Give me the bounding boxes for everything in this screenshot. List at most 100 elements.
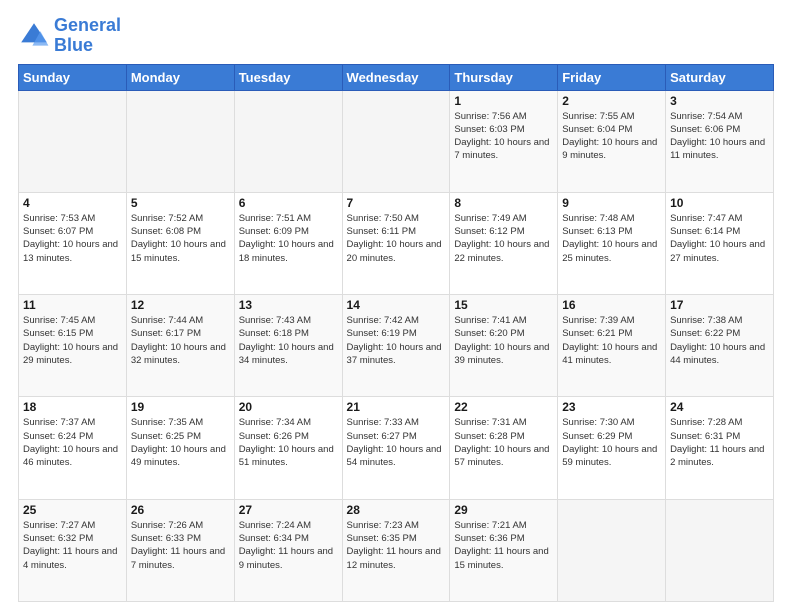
- day-number: 16: [562, 298, 661, 312]
- calendar-cell: 6 Sunrise: 7:51 AM Sunset: 6:09 PM Daylig…: [234, 192, 342, 294]
- day-info: Sunrise: 7:56 AM Sunset: 6:03 PM Dayligh…: [454, 110, 553, 163]
- logo-icon: [18, 20, 50, 52]
- weekday-header-friday: Friday: [558, 64, 666, 90]
- day-info: Sunrise: 7:45 AM Sunset: 6:15 PM Dayligh…: [23, 314, 122, 367]
- day-info: Sunrise: 7:49 AM Sunset: 6:12 PM Dayligh…: [454, 212, 553, 265]
- calendar-cell: 20 Sunrise: 7:34 AM Sunset: 6:26 PM Dayli…: [234, 397, 342, 499]
- calendar-week-4: 18 Sunrise: 7:37 AM Sunset: 6:24 PM Dayli…: [19, 397, 774, 499]
- day-number: 9: [562, 196, 661, 210]
- day-number: 5: [131, 196, 230, 210]
- day-number: 20: [239, 400, 338, 414]
- day-number: 2: [562, 94, 661, 108]
- day-info: Sunrise: 7:54 AM Sunset: 6:06 PM Dayligh…: [670, 110, 769, 163]
- calendar-cell: [19, 90, 127, 192]
- calendar-week-3: 11 Sunrise: 7:45 AM Sunset: 6:15 PM Dayli…: [19, 295, 774, 397]
- calendar-cell: 12 Sunrise: 7:44 AM Sunset: 6:17 PM Dayli…: [126, 295, 234, 397]
- calendar-cell: 27 Sunrise: 7:24 AM Sunset: 6:34 PM Dayli…: [234, 499, 342, 601]
- day-number: 15: [454, 298, 553, 312]
- calendar-cell: [234, 90, 342, 192]
- day-number: 23: [562, 400, 661, 414]
- day-number: 22: [454, 400, 553, 414]
- day-number: 6: [239, 196, 338, 210]
- calendar-cell: 5 Sunrise: 7:52 AM Sunset: 6:08 PM Daylig…: [126, 192, 234, 294]
- day-number: 1: [454, 94, 553, 108]
- day-info: Sunrise: 7:38 AM Sunset: 6:22 PM Dayligh…: [670, 314, 769, 367]
- day-number: 8: [454, 196, 553, 210]
- day-info: Sunrise: 7:41 AM Sunset: 6:20 PM Dayligh…: [454, 314, 553, 367]
- weekday-header-monday: Monday: [126, 64, 234, 90]
- calendar-cell: 15 Sunrise: 7:41 AM Sunset: 6:20 PM Dayli…: [450, 295, 558, 397]
- day-number: 10: [670, 196, 769, 210]
- day-info: Sunrise: 7:50 AM Sunset: 6:11 PM Dayligh…: [347, 212, 446, 265]
- calendar-week-1: 1 Sunrise: 7:56 AM Sunset: 6:03 PM Daylig…: [19, 90, 774, 192]
- calendar-cell: 18 Sunrise: 7:37 AM Sunset: 6:24 PM Dayli…: [19, 397, 127, 499]
- day-info: Sunrise: 7:48 AM Sunset: 6:13 PM Dayligh…: [562, 212, 661, 265]
- calendar-cell: 9 Sunrise: 7:48 AM Sunset: 6:13 PM Daylig…: [558, 192, 666, 294]
- day-number: 13: [239, 298, 338, 312]
- day-info: Sunrise: 7:44 AM Sunset: 6:17 PM Dayligh…: [131, 314, 230, 367]
- day-number: 18: [23, 400, 122, 414]
- day-number: 11: [23, 298, 122, 312]
- day-info: Sunrise: 7:23 AM Sunset: 6:35 PM Dayligh…: [347, 519, 446, 572]
- day-info: Sunrise: 7:47 AM Sunset: 6:14 PM Dayligh…: [670, 212, 769, 265]
- day-number: 17: [670, 298, 769, 312]
- day-info: Sunrise: 7:31 AM Sunset: 6:28 PM Dayligh…: [454, 416, 553, 469]
- calendar-body: 1 Sunrise: 7:56 AM Sunset: 6:03 PM Daylig…: [19, 90, 774, 601]
- day-number: 25: [23, 503, 122, 517]
- day-number: 21: [347, 400, 446, 414]
- weekday-header-saturday: Saturday: [666, 64, 774, 90]
- day-info: Sunrise: 7:51 AM Sunset: 6:09 PM Dayligh…: [239, 212, 338, 265]
- calendar-cell: 29 Sunrise: 7:21 AM Sunset: 6:36 PM Dayli…: [450, 499, 558, 601]
- day-info: Sunrise: 7:39 AM Sunset: 6:21 PM Dayligh…: [562, 314, 661, 367]
- calendar-cell: 24Sunrise: 7:28 AM Sunset: 6:31 PM Dayli…: [666, 397, 774, 499]
- day-info: Sunrise: 7:55 AM Sunset: 6:04 PM Dayligh…: [562, 110, 661, 163]
- calendar-cell: 1 Sunrise: 7:56 AM Sunset: 6:03 PM Daylig…: [450, 90, 558, 192]
- day-number: 14: [347, 298, 446, 312]
- calendar-cell: 25Sunrise: 7:27 AM Sunset: 6:32 PM Dayli…: [19, 499, 127, 601]
- day-info: Sunrise: 7:37 AM Sunset: 6:24 PM Dayligh…: [23, 416, 122, 469]
- calendar-cell: 28 Sunrise: 7:23 AM Sunset: 6:35 PM Dayli…: [342, 499, 450, 601]
- day-info: Sunrise: 7:26 AM Sunset: 6:33 PM Dayligh…: [131, 519, 230, 572]
- day-info: Sunrise: 7:52 AM Sunset: 6:08 PM Dayligh…: [131, 212, 230, 265]
- day-info: Sunrise: 7:34 AM Sunset: 6:26 PM Dayligh…: [239, 416, 338, 469]
- calendar-cell: 4 Sunrise: 7:53 AM Sunset: 6:07 PM Daylig…: [19, 192, 127, 294]
- calendar-cell: 21 Sunrise: 7:33 AM Sunset: 6:27 PM Dayli…: [342, 397, 450, 499]
- page: General Blue SundayMondayTuesdayWednesda…: [0, 0, 792, 612]
- day-number: 29: [454, 503, 553, 517]
- day-info: Sunrise: 7:21 AM Sunset: 6:36 PM Dayligh…: [454, 519, 553, 572]
- calendar-cell: 26Sunrise: 7:26 AM Sunset: 6:33 PM Dayli…: [126, 499, 234, 601]
- calendar-week-2: 4 Sunrise: 7:53 AM Sunset: 6:07 PM Daylig…: [19, 192, 774, 294]
- day-info: Sunrise: 7:53 AM Sunset: 6:07 PM Dayligh…: [23, 212, 122, 265]
- header: General Blue: [18, 16, 774, 56]
- weekday-header-row: SundayMondayTuesdayWednesdayThursdayFrid…: [19, 64, 774, 90]
- calendar-cell: 7 Sunrise: 7:50 AM Sunset: 6:11 PM Daylig…: [342, 192, 450, 294]
- day-info: Sunrise: 7:24 AM Sunset: 6:34 PM Dayligh…: [239, 519, 338, 572]
- day-number: 3: [670, 94, 769, 108]
- logo-text: General Blue: [54, 16, 121, 56]
- calendar-cell: 2 Sunrise: 7:55 AM Sunset: 6:04 PM Daylig…: [558, 90, 666, 192]
- day-number: 28: [347, 503, 446, 517]
- calendar-cell: [666, 499, 774, 601]
- day-number: 4: [23, 196, 122, 210]
- calendar-table: SundayMondayTuesdayWednesdayThursdayFrid…: [18, 64, 774, 602]
- day-number: 27: [239, 503, 338, 517]
- day-info: Sunrise: 7:33 AM Sunset: 6:27 PM Dayligh…: [347, 416, 446, 469]
- calendar-week-5: 25Sunrise: 7:27 AM Sunset: 6:32 PM Dayli…: [19, 499, 774, 601]
- calendar-cell: [558, 499, 666, 601]
- weekday-header-tuesday: Tuesday: [234, 64, 342, 90]
- day-info: Sunrise: 7:42 AM Sunset: 6:19 PM Dayligh…: [347, 314, 446, 367]
- calendar-cell: 8 Sunrise: 7:49 AM Sunset: 6:12 PM Daylig…: [450, 192, 558, 294]
- calendar-cell: 17 Sunrise: 7:38 AM Sunset: 6:22 PM Dayli…: [666, 295, 774, 397]
- calendar-cell: 19Sunrise: 7:35 AM Sunset: 6:25 PM Dayli…: [126, 397, 234, 499]
- day-info: Sunrise: 7:30 AM Sunset: 6:29 PM Dayligh…: [562, 416, 661, 469]
- day-number: 7: [347, 196, 446, 210]
- day-info: Sunrise: 7:43 AM Sunset: 6:18 PM Dayligh…: [239, 314, 338, 367]
- calendar-cell: [342, 90, 450, 192]
- calendar-cell: 22 Sunrise: 7:31 AM Sunset: 6:28 PM Dayli…: [450, 397, 558, 499]
- day-info: Sunrise: 7:35 AM Sunset: 6:25 PM Dayligh…: [131, 416, 230, 469]
- weekday-header-wednesday: Wednesday: [342, 64, 450, 90]
- logo: General Blue: [18, 16, 121, 56]
- day-number: 12: [131, 298, 230, 312]
- weekday-header-thursday: Thursday: [450, 64, 558, 90]
- calendar-cell: 14 Sunrise: 7:42 AM Sunset: 6:19 PM Dayli…: [342, 295, 450, 397]
